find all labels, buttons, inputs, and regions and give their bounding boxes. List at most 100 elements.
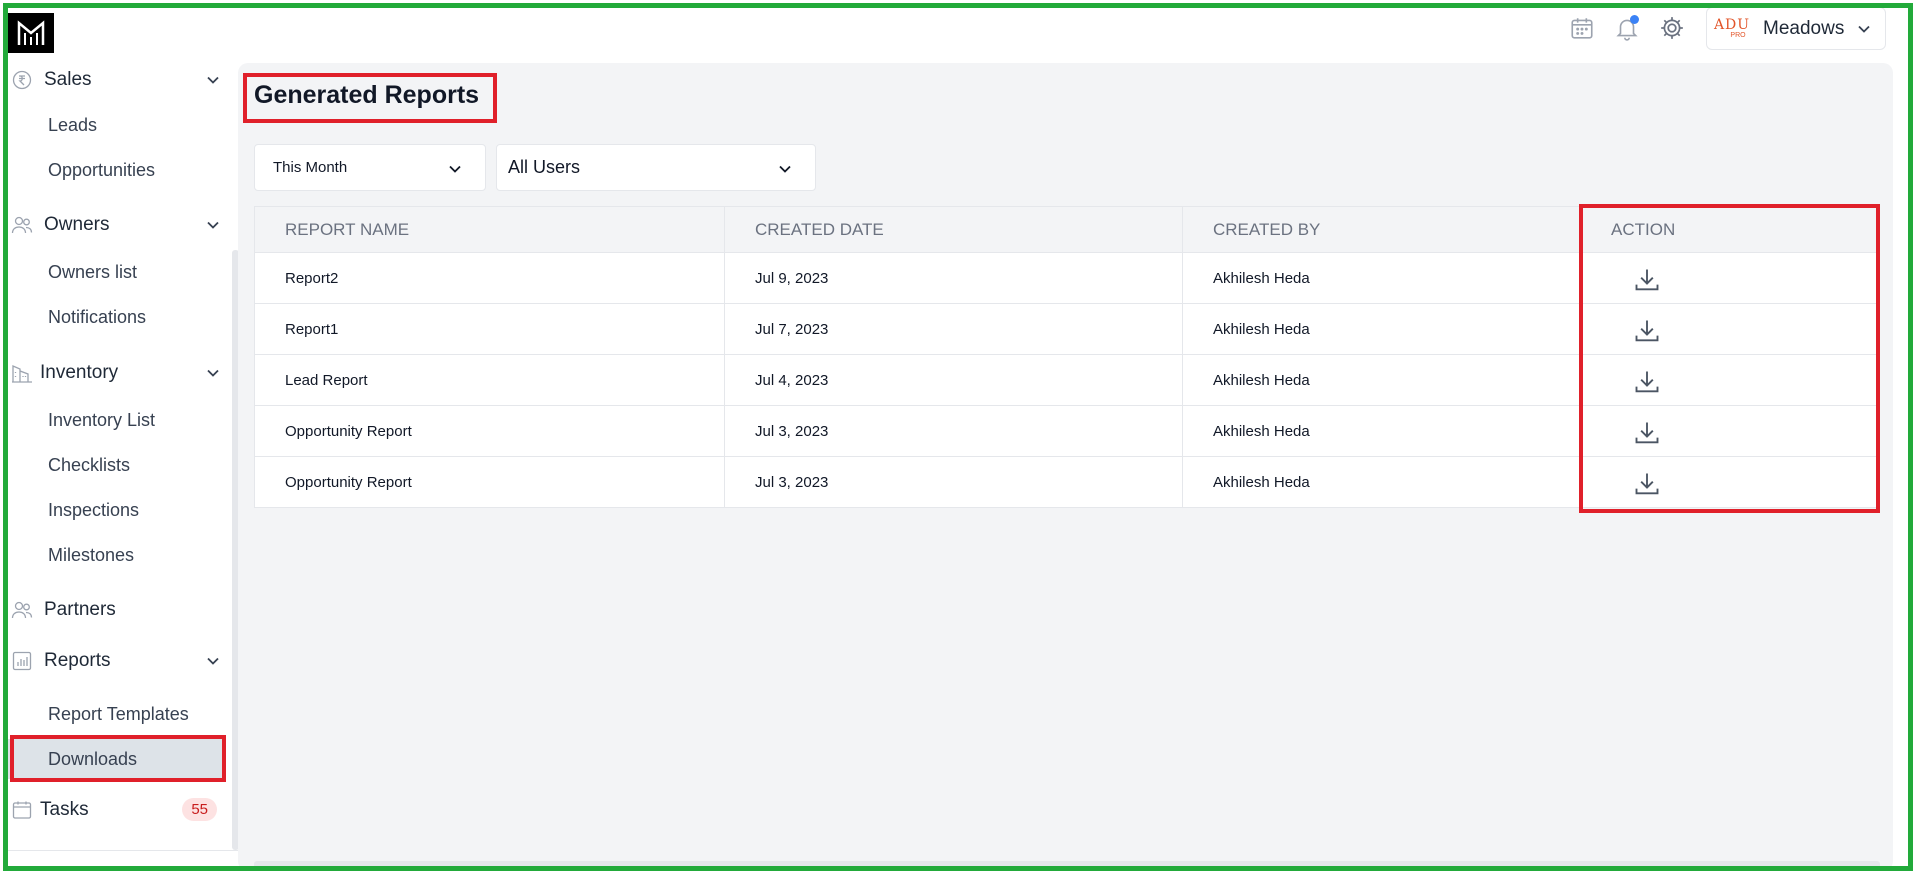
created-by-cell: Akhilesh Heda bbox=[1182, 252, 1581, 304]
column-header-created-date[interactable]: CREATED DATE bbox=[724, 206, 1183, 253]
chevron-down-icon bbox=[1858, 25, 1870, 33]
app-logo[interactable] bbox=[8, 13, 54, 53]
sidebar-group-label: Sales bbox=[44, 69, 92, 90]
created-by-cell: Akhilesh Heda bbox=[1182, 405, 1581, 457]
page-title: Generated Reports bbox=[254, 81, 480, 109]
column-header-report-name[interactable]: REPORT NAME bbox=[254, 206, 725, 253]
download-icon bbox=[1635, 371, 1659, 393]
action-cell bbox=[1580, 405, 1880, 457]
sidebar-group-sales[interactable]: Sales bbox=[8, 60, 233, 100]
calendar-icon bbox=[10, 798, 34, 822]
table-row: Opportunity Report Jul 3, 2023 Akhilesh … bbox=[254, 405, 1880, 457]
period-filter-select[interactable]: This Month bbox=[254, 144, 486, 191]
report-name-cell: Opportunity Report bbox=[254, 456, 725, 508]
chevron-down-icon bbox=[207, 657, 219, 665]
sidebar-group-label: Inventory bbox=[40, 362, 119, 383]
sidebar-group-partners[interactable]: Partners bbox=[8, 590, 233, 630]
action-cell bbox=[1580, 354, 1880, 406]
settings-button[interactable] bbox=[1656, 12, 1688, 44]
period-filter-value: This Month bbox=[273, 159, 348, 176]
main-panel: Generated Reports This Month All Users R… bbox=[238, 63, 1893, 871]
sidebar-group-owners[interactable]: Owners bbox=[8, 205, 233, 245]
sidebar-item-downloads[interactable]: Downloads bbox=[8, 739, 223, 779]
sidebar-item-report-templates[interactable]: Report Templates bbox=[8, 694, 223, 734]
chevron-down-icon bbox=[207, 221, 219, 229]
sidebar-group-label: Reports bbox=[44, 650, 111, 671]
chevron-down-icon bbox=[449, 165, 461, 173]
sidebar-item-notifications[interactable]: Notifications bbox=[8, 297, 223, 337]
users-icon bbox=[10, 598, 34, 622]
created-date-cell: Jul 3, 2023 bbox=[724, 456, 1183, 508]
sidebar-group-label: Owners bbox=[44, 214, 110, 235]
created-date-cell: Jul 9, 2023 bbox=[724, 252, 1183, 304]
users-filter-value: All Users bbox=[508, 157, 581, 177]
table-row: Opportunity Report Jul 3, 2023 Akhilesh … bbox=[254, 456, 1880, 508]
table-header-row: REPORT NAME CREATED DATE CREATED BY ACTI… bbox=[254, 206, 1880, 253]
download-button[interactable] bbox=[1629, 364, 1665, 400]
calendar-button[interactable] bbox=[1566, 12, 1598, 44]
created-by-cell: Akhilesh Heda bbox=[1182, 456, 1581, 508]
avatar: ADU PRO bbox=[1713, 12, 1751, 46]
table-row: Lead Report Jul 4, 2023 Akhilesh Heda bbox=[254, 354, 1880, 406]
users-icon bbox=[10, 213, 34, 237]
download-button[interactable] bbox=[1629, 313, 1665, 349]
tasks-count-badge: 55 bbox=[182, 798, 217, 821]
download-icon bbox=[1635, 269, 1659, 291]
horizontal-scrollbar[interactable] bbox=[254, 861, 1880, 871]
sidebar-divider bbox=[8, 850, 240, 851]
rupee-icon bbox=[10, 68, 34, 92]
download-button[interactable] bbox=[1629, 262, 1665, 298]
sidebar-item-inventory-list[interactable]: Inventory List bbox=[8, 400, 223, 440]
reports-table: REPORT NAME CREATED DATE CREATED BY ACTI… bbox=[254, 206, 1880, 508]
report-name-cell: Report2 bbox=[254, 252, 725, 304]
sidebar-group-label: Tasks bbox=[40, 799, 89, 820]
created-date-cell: Jul 3, 2023 bbox=[724, 405, 1183, 457]
download-button[interactable] bbox=[1629, 415, 1665, 451]
download-icon bbox=[1635, 422, 1659, 444]
report-name-cell: Report1 bbox=[254, 303, 725, 355]
report-name-cell: Lead Report bbox=[254, 354, 725, 406]
building-logo-icon bbox=[17, 20, 45, 45]
gear-icon bbox=[1661, 17, 1683, 39]
table-row: Report2 Jul 9, 2023 Akhilesh Heda bbox=[254, 252, 1880, 304]
chevron-down-icon bbox=[207, 76, 219, 84]
sidebar-group-inventory[interactable]: Inventory bbox=[8, 353, 233, 393]
bar-chart-icon bbox=[10, 649, 34, 673]
created-by-cell: Akhilesh Heda bbox=[1182, 303, 1581, 355]
chevron-down-icon bbox=[779, 165, 791, 173]
table-row: Report1 Jul 7, 2023 Akhilesh Heda bbox=[254, 303, 1880, 355]
sidebar: Sales Leads Opportunities Owners Owners … bbox=[8, 60, 240, 851]
download-icon bbox=[1635, 473, 1659, 495]
sidebar-group-tasks[interactable]: Tasks 55 bbox=[8, 790, 233, 830]
header-icons bbox=[1566, 12, 1701, 44]
notifications-button[interactable] bbox=[1611, 12, 1643, 44]
building-icon bbox=[10, 361, 34, 385]
report-name-cell: Opportunity Report bbox=[254, 405, 725, 457]
created-by-cell: Akhilesh Heda bbox=[1182, 354, 1581, 406]
sidebar-group-reports[interactable]: Reports bbox=[8, 641, 233, 681]
action-cell bbox=[1580, 456, 1880, 508]
sidebar-item-inspections[interactable]: Inspections bbox=[8, 490, 223, 530]
action-cell bbox=[1580, 303, 1880, 355]
download-icon bbox=[1635, 320, 1659, 342]
download-button[interactable] bbox=[1629, 466, 1665, 502]
chevron-down-icon bbox=[207, 369, 219, 377]
sidebar-item-checklists[interactable]: Checklists bbox=[8, 445, 223, 485]
action-cell bbox=[1580, 252, 1880, 304]
sidebar-item-leads[interactable]: Leads bbox=[8, 105, 223, 145]
users-filter-select[interactable]: All Users bbox=[496, 144, 816, 191]
sidebar-group-label: Partners bbox=[44, 599, 116, 620]
sidebar-item-opportunities[interactable]: Opportunities bbox=[8, 150, 223, 190]
calendar-icon bbox=[1571, 18, 1593, 39]
avatar-text-bottom: PRO bbox=[1730, 32, 1746, 39]
sidebar-item-milestones[interactable]: Milestones bbox=[8, 535, 223, 575]
created-date-cell: Jul 4, 2023 bbox=[724, 354, 1183, 406]
column-header-created-by[interactable]: CREATED BY bbox=[1182, 206, 1581, 253]
sidebar-item-owners-list[interactable]: Owners list bbox=[8, 252, 223, 292]
avatar-text-top: ADU bbox=[1713, 17, 1751, 33]
column-header-action: ACTION bbox=[1580, 206, 1880, 253]
user-menu[interactable]: ADU PRO Meadows bbox=[1706, 7, 1886, 50]
created-date-cell: Jul 7, 2023 bbox=[724, 303, 1183, 355]
user-name: Meadows bbox=[1763, 17, 1845, 39]
notification-dot bbox=[1630, 15, 1639, 24]
